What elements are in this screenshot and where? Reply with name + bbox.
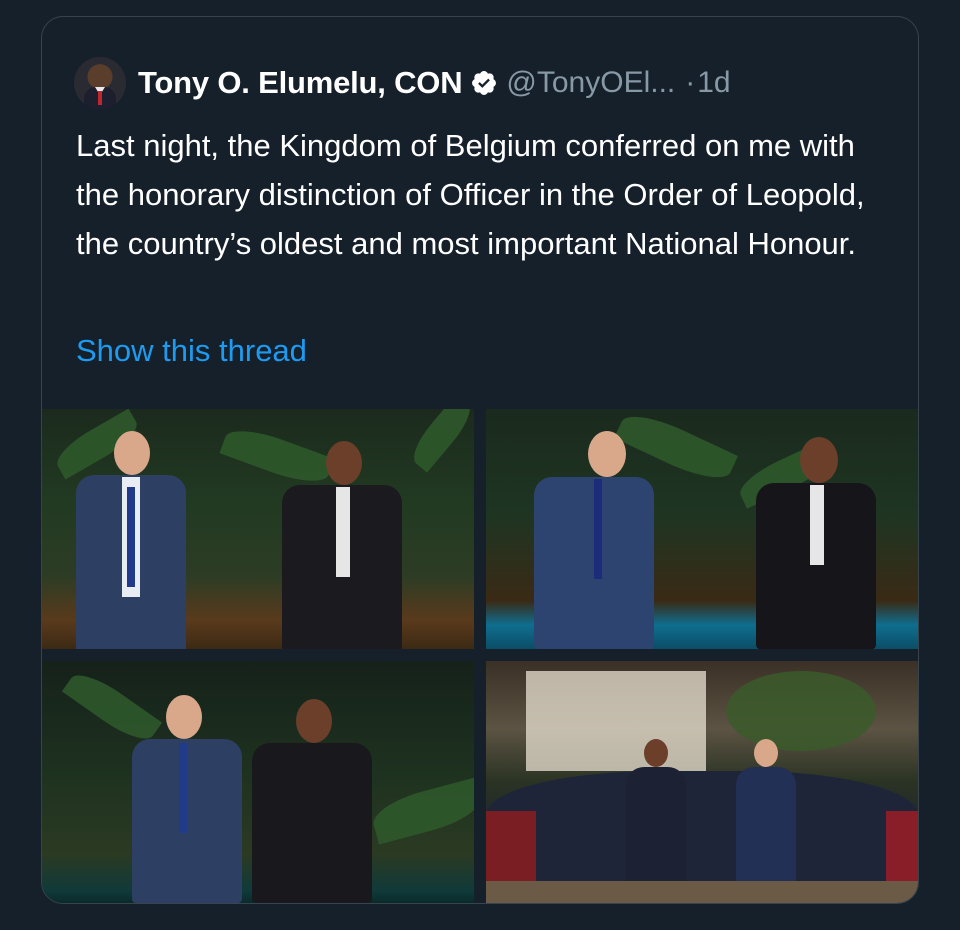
display-name[interactable]: Tony O. Elumelu, CON	[138, 65, 463, 101]
person-right	[282, 441, 402, 649]
person-right	[252, 699, 372, 903]
tweet-body-text: Last night, the Kingdom of Belgium confe…	[76, 128, 865, 261]
profile-avatar[interactable]	[74, 57, 126, 109]
person-left	[132, 695, 242, 903]
person-left	[534, 431, 664, 649]
person-right	[736, 739, 796, 903]
photo-1[interactable]	[42, 409, 474, 649]
timestamp[interactable]: 1d	[697, 66, 730, 100]
foliage	[368, 777, 474, 845]
photo-2[interactable]	[486, 409, 918, 649]
media-grid	[42, 409, 918, 903]
person-left	[626, 739, 686, 903]
person-right	[756, 437, 876, 649]
tweet-card[interactable]: Tony O. Elumelu, CON @TonyOEl... · 1d La…	[41, 16, 919, 904]
avatar-tie	[98, 91, 102, 105]
user-handle[interactable]: @TonyOEl...	[506, 66, 675, 100]
photo-4[interactable]	[486, 661, 918, 903]
foliage	[405, 409, 474, 473]
tweet-header: Tony O. Elumelu, CON @TonyOEl... · 1d	[74, 57, 898, 113]
photo-3[interactable]	[42, 661, 474, 903]
table	[886, 811, 918, 881]
separator-dot: ·	[685, 66, 696, 99]
verified-badge-icon	[472, 71, 497, 95]
person-left	[76, 431, 186, 649]
crowd	[486, 771, 918, 881]
author-line: Tony O. Elumelu, CON @TonyOEl... · 1d	[138, 57, 731, 109]
floor	[486, 881, 918, 903]
table	[486, 811, 536, 881]
show-thread-link[interactable]: Show this thread	[76, 333, 307, 369]
